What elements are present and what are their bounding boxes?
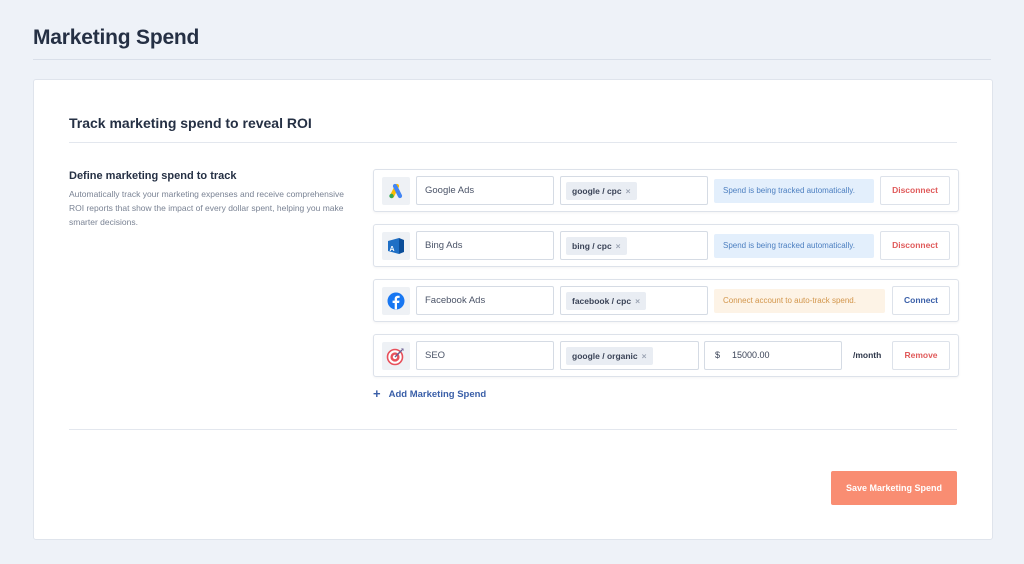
disconnect-button[interactable]: Disconnect: [880, 231, 950, 260]
add-marketing-spend-link[interactable]: + Add Marketing Spend: [373, 386, 487, 401]
spend-name-input[interactable]: Bing Ads: [416, 231, 554, 260]
title-divider: [33, 59, 991, 60]
status-badge: Spend is being tracked automatically.: [714, 179, 874, 203]
bing-ads-icon: A: [382, 232, 410, 260]
plus-icon: +: [373, 386, 381, 401]
add-marketing-spend-label: Add Marketing Spend: [388, 388, 487, 400]
tag-remove-icon[interactable]: ×: [642, 351, 647, 361]
save-marketing-spend-button[interactable]: Save Marketing Spend: [831, 471, 957, 505]
spend-row-bing-ads: A Bing Ads bing / cpc × Spend is being tr…: [373, 224, 959, 267]
status-badge: Spend is being tracked automatically.: [714, 234, 874, 258]
source-medium-input[interactable]: facebook / cpc ×: [560, 286, 708, 315]
source-tag: google / cpc ×: [566, 182, 637, 200]
source-tag-label: google / cpc: [572, 186, 622, 196]
section-description: Automatically track your marketing expen…: [69, 189, 344, 227]
spend-row-facebook-ads: Facebook Ads facebook / cpc × Connect acc…: [373, 279, 959, 322]
target-icon: [382, 342, 410, 370]
remove-button[interactable]: Remove: [892, 341, 950, 370]
spend-name-input[interactable]: Google Ads: [416, 176, 554, 205]
source-medium-input[interactable]: bing / cpc ×: [560, 231, 708, 260]
facebook-icon: [382, 287, 410, 315]
disconnect-button[interactable]: Disconnect: [880, 176, 950, 205]
source-tag-label: google / organic: [572, 351, 638, 361]
spend-row-google-ads: Google Ads google / cpc × Spend is being …: [373, 169, 959, 212]
source-medium-input[interactable]: google / organic ×: [560, 341, 699, 370]
source-tag: bing / cpc ×: [566, 237, 627, 255]
tag-remove-icon[interactable]: ×: [616, 241, 621, 251]
spend-name-input[interactable]: Facebook Ads: [416, 286, 554, 315]
svg-text:A: A: [390, 246, 395, 253]
status-badge: Connect account to auto-track spend.: [714, 289, 885, 313]
spend-name-input[interactable]: SEO: [416, 341, 554, 370]
currency-symbol: $: [715, 350, 721, 360]
page-title: Marketing Spend: [33, 26, 200, 49]
connect-button[interactable]: Connect: [892, 286, 950, 315]
monthly-amount-input[interactable]: $ 15000.00: [704, 341, 842, 370]
section-title: Define marketing spend to track: [69, 170, 237, 182]
tag-remove-icon[interactable]: ×: [626, 186, 631, 196]
source-medium-input[interactable]: google / cpc ×: [560, 176, 708, 205]
period-label: /month: [853, 350, 882, 360]
card-divider-bottom: [69, 429, 957, 430]
amount-value: 15000.00: [732, 350, 770, 360]
google-ads-icon: [382, 177, 410, 205]
spend-rows: Google Ads google / cpc × Spend is being …: [373, 169, 959, 389]
card-divider-top: [69, 142, 957, 143]
marketing-spend-card: Track marketing spend to reveal ROI Defi…: [33, 79, 993, 540]
source-tag: facebook / cpc ×: [566, 292, 647, 310]
tag-remove-icon[interactable]: ×: [635, 296, 640, 306]
source-tag-label: bing / cpc: [572, 241, 612, 251]
spend-row-seo: SEO google / organic × $ 15000.00 /month …: [373, 334, 959, 377]
source-tag-label: facebook / cpc: [572, 296, 632, 306]
card-heading: Track marketing spend to reveal ROI: [69, 115, 312, 131]
source-tag: google / organic ×: [566, 347, 653, 365]
